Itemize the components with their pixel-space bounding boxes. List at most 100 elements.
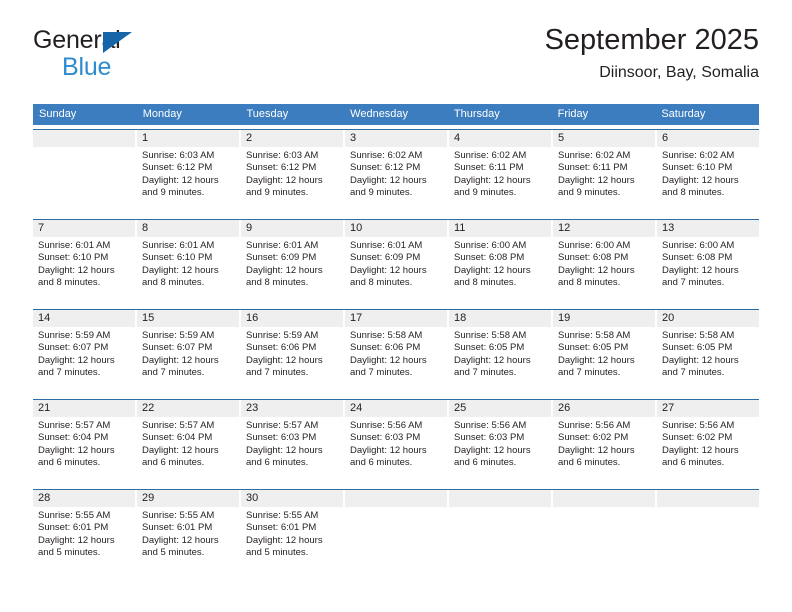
sunset-text: Sunset: 6:05 PM: [454, 342, 525, 354]
day-cell[interactable]: 16 Sunrise: 5:59 AM Sunset: 6:06 PM Dayl…: [241, 310, 343, 395]
day-cell[interactable]: 25 Sunrise: 5:56 AM Sunset: 6:03 PM Dayl…: [449, 400, 551, 485]
sunset-text: Sunset: 6:05 PM: [662, 342, 733, 354]
day-cell[interactable]: 8 Sunrise: 6:01 AM Sunset: 6:10 PM Dayli…: [137, 220, 239, 305]
daylight-text: Daylight: 12 hours: [38, 444, 115, 456]
sunrise-text: Sunrise: 6:02 AM: [454, 150, 527, 161]
day-cell[interactable]: 27 Sunrise: 5:56 AM Sunset: 6:02 PM Dayl…: [657, 400, 759, 485]
day-details: Sunrise: 6:02 AM Sunset: 6:12 PM Dayligh…: [345, 147, 447, 199]
daylight-text-cont: and 6 minutes.: [662, 456, 725, 468]
day-details: Sunrise: 6:03 AM Sunset: 6:12 PM Dayligh…: [241, 147, 343, 199]
sunrise-text: Sunrise: 5:57 AM: [38, 420, 111, 431]
day-cell[interactable]: 19 Sunrise: 5:58 AM Sunset: 6:05 PM Dayl…: [553, 310, 655, 395]
day-cell[interactable]: 12 Sunrise: 6:00 AM Sunset: 6:08 PM Dayl…: [553, 220, 655, 305]
day-cell[interactable]: 10 Sunrise: 6:01 AM Sunset: 6:09 PM Dayl…: [345, 220, 447, 305]
day-cell[interactable]: 26 Sunrise: 5:56 AM Sunset: 6:02 PM Dayl…: [553, 400, 655, 485]
daylight-text: Daylight: 12 hours: [454, 174, 531, 186]
weekday-header-tuesday: Tuesday: [246, 108, 289, 120]
sunrise-text: Sunrise: 6:02 AM: [558, 150, 631, 161]
daylight-text: Daylight: 12 hours: [558, 444, 635, 456]
day-cell[interactable]: 11 Sunrise: 6:00 AM Sunset: 6:08 PM Dayl…: [449, 220, 551, 305]
day-details: Sunrise: 5:55 AM Sunset: 6:01 PM Dayligh…: [241, 507, 343, 559]
sunrise-text: Sunrise: 6:00 AM: [558, 240, 631, 251]
day-cell[interactable]: 7 Sunrise: 6:01 AM Sunset: 6:10 PM Dayli…: [33, 220, 135, 305]
sunrise-text: Sunrise: 5:59 AM: [246, 330, 319, 341]
daylight-text-cont: and 7 minutes.: [662, 276, 725, 288]
day-number: [345, 490, 447, 507]
sunrise-text: Sunrise: 6:01 AM: [246, 240, 319, 251]
day-cell[interactable]: 9 Sunrise: 6:01 AM Sunset: 6:09 PM Dayli…: [241, 220, 343, 305]
day-details: Sunrise: 5:55 AM Sunset: 6:01 PM Dayligh…: [33, 507, 135, 559]
sunrise-text: Sunrise: 5:58 AM: [454, 330, 527, 341]
title-block: September 2025 Diinsoor, Bay, Somalia: [545, 22, 759, 84]
sunrise-text: Sunrise: 5:58 AM: [350, 330, 423, 341]
day-cell[interactable]: 1 Sunrise: 6:03 AM Sunset: 6:12 PM Dayli…: [137, 130, 239, 215]
day-details: Sunrise: 6:02 AM Sunset: 6:10 PM Dayligh…: [657, 147, 759, 199]
weekday-header-thursday: Thursday: [453, 108, 500, 120]
day-cell[interactable]: 4 Sunrise: 6:02 AM Sunset: 6:11 PM Dayli…: [449, 130, 551, 215]
sunset-text: Sunset: 6:05 PM: [558, 342, 629, 354]
day-details: Sunrise: 5:57 AM Sunset: 6:04 PM Dayligh…: [33, 417, 135, 469]
sunset-text: Sunset: 6:12 PM: [142, 162, 213, 174]
day-cell[interactable]: 28 Sunrise: 5:55 AM Sunset: 6:01 PM Dayl…: [33, 490, 135, 575]
daylight-text: Daylight: 12 hours: [246, 174, 323, 186]
daylight-text: Daylight: 12 hours: [350, 444, 427, 456]
day-number: 23: [241, 400, 343, 417]
sunrise-text: Sunrise: 5:55 AM: [38, 510, 111, 521]
sunset-text: Sunset: 6:12 PM: [350, 162, 421, 174]
day-number: 10: [345, 220, 447, 237]
day-cell[interactable]: 15 Sunrise: 5:59 AM Sunset: 6:07 PM Dayl…: [137, 310, 239, 395]
day-cell[interactable]: [553, 490, 655, 575]
day-number: 7: [33, 220, 135, 237]
day-cell[interactable]: 6 Sunrise: 6:02 AM Sunset: 6:10 PM Dayli…: [657, 130, 759, 215]
day-cell[interactable]: 20 Sunrise: 5:58 AM Sunset: 6:05 PM Dayl…: [657, 310, 759, 395]
sunset-text: Sunset: 6:06 PM: [246, 342, 317, 354]
day-details: Sunrise: 5:55 AM Sunset: 6:01 PM Dayligh…: [137, 507, 239, 559]
sunset-text: Sunset: 6:03 PM: [454, 432, 525, 444]
sunrise-text: Sunrise: 5:59 AM: [38, 330, 111, 341]
day-cell[interactable]: 5 Sunrise: 6:02 AM Sunset: 6:11 PM Dayli…: [553, 130, 655, 215]
page-title: September 2025: [544, 24, 759, 56]
sunrise-text: Sunrise: 5:58 AM: [662, 330, 735, 341]
brand-name-blue: Blue: [62, 53, 112, 81]
day-cell[interactable]: 29 Sunrise: 5:55 AM Sunset: 6:01 PM Dayl…: [137, 490, 239, 575]
day-number: 28: [33, 490, 135, 507]
day-details: Sunrise: 6:01 AM Sunset: 6:09 PM Dayligh…: [345, 237, 447, 289]
daylight-text-cont: and 9 minutes.: [246, 186, 309, 198]
day-cell[interactable]: 23 Sunrise: 5:57 AM Sunset: 6:03 PM Dayl…: [241, 400, 343, 485]
daylight-text: Daylight: 12 hours: [558, 264, 635, 276]
sunrise-text: Sunrise: 5:56 AM: [662, 420, 735, 431]
daylight-text-cont: and 8 minutes.: [558, 276, 621, 288]
day-cell[interactable]: 2 Sunrise: 6:03 AM Sunset: 6:12 PM Dayli…: [241, 130, 343, 215]
day-cell[interactable]: 30 Sunrise: 5:55 AM Sunset: 6:01 PM Dayl…: [241, 490, 343, 575]
sunset-text: Sunset: 6:11 PM: [454, 162, 524, 174]
day-number: [449, 490, 551, 507]
calendar-page: General Blue September 2025 Diinsoor, Ba…: [0, 0, 792, 612]
day-cell[interactable]: 24 Sunrise: 5:56 AM Sunset: 6:03 PM Dayl…: [345, 400, 447, 485]
day-cell[interactable]: 3 Sunrise: 6:02 AM Sunset: 6:12 PM Dayli…: [345, 130, 447, 215]
day-details: [449, 507, 551, 510]
sunrise-text: Sunrise: 6:02 AM: [662, 150, 735, 161]
day-cell[interactable]: 18 Sunrise: 5:58 AM Sunset: 6:05 PM Dayl…: [449, 310, 551, 395]
day-cell[interactable]: [345, 490, 447, 575]
day-cell[interactable]: 13 Sunrise: 6:00 AM Sunset: 6:08 PM Dayl…: [657, 220, 759, 305]
day-number: 13: [657, 220, 759, 237]
day-cell[interactable]: 17 Sunrise: 5:58 AM Sunset: 6:06 PM Dayl…: [345, 310, 447, 395]
day-number: 4: [449, 130, 551, 147]
day-cell[interactable]: 21 Sunrise: 5:57 AM Sunset: 6:04 PM Dayl…: [33, 400, 135, 485]
day-number: 26: [553, 400, 655, 417]
daylight-text: Daylight: 12 hours: [350, 354, 427, 366]
day-details: Sunrise: 5:57 AM Sunset: 6:04 PM Dayligh…: [137, 417, 239, 469]
daylight-text: Daylight: 12 hours: [246, 264, 323, 276]
calendar-week-row: 7 Sunrise: 6:01 AM Sunset: 6:10 PM Dayli…: [33, 219, 759, 305]
day-cell[interactable]: 14 Sunrise: 5:59 AM Sunset: 6:07 PM Dayl…: [33, 310, 135, 395]
daylight-text: Daylight: 12 hours: [246, 354, 323, 366]
day-cell[interactable]: [33, 130, 135, 215]
day-details: [345, 507, 447, 510]
sunset-text: Sunset: 6:04 PM: [38, 432, 109, 444]
day-cell[interactable]: [449, 490, 551, 575]
brand-triangle-icon: [103, 32, 132, 53]
day-cell[interactable]: [657, 490, 759, 575]
day-details: Sunrise: 6:00 AM Sunset: 6:08 PM Dayligh…: [449, 237, 551, 289]
day-cell[interactable]: 22 Sunrise: 5:57 AM Sunset: 6:04 PM Dayl…: [137, 400, 239, 485]
daylight-text-cont: and 6 minutes.: [350, 456, 413, 468]
